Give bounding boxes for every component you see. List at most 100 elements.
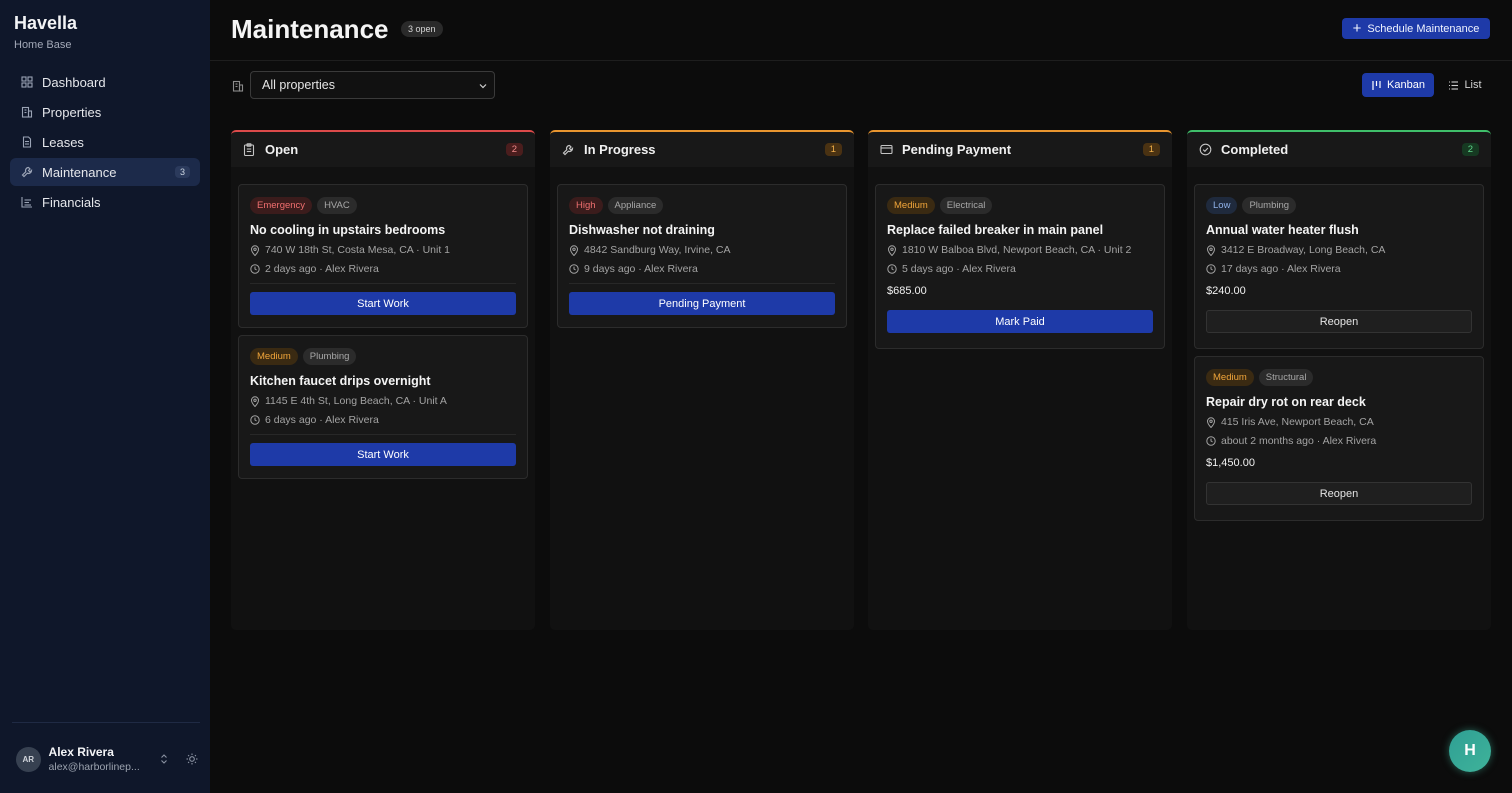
- view-kanban-button[interactable]: Kanban: [1362, 73, 1434, 97]
- category-badge: Plumbing: [302, 348, 357, 365]
- sidebar-item-financials[interactable]: Financials: [10, 188, 200, 216]
- card-price: $240.00: [1206, 285, 1246, 297]
- list-icon: [1449, 80, 1459, 90]
- chevron-down-icon: [478, 80, 488, 94]
- card-time-text: about 2 months ago · Alex Rivera: [1221, 435, 1377, 447]
- priority-badge: Medium: [250, 348, 298, 365]
- wrench-icon: [20, 165, 34, 179]
- clock-icon: [1206, 436, 1216, 446]
- sidebar-item-label: Maintenance: [42, 164, 117, 180]
- maintenance-count-badge: 3: [174, 166, 190, 178]
- chevron-up-down-icon[interactable]: [157, 751, 173, 767]
- card-tags: Emergency HVAC: [250, 197, 516, 214]
- column-count: 1: [824, 143, 842, 156]
- dashboard-icon: [20, 75, 34, 89]
- property-select-value: All properties: [262, 78, 335, 92]
- open-count-badge: 3 open: [401, 21, 443, 37]
- clock-icon: [569, 264, 579, 274]
- mark-paid-button[interactable]: Mark Paid: [887, 310, 1153, 333]
- card-address-text: 740 W 18th St, Costa Mesa, CA · Unit 1: [265, 244, 450, 256]
- column-count: 2: [505, 143, 523, 156]
- card-time-text: 2 days ago · Alex Rivera: [265, 263, 379, 275]
- maintenance-card[interactable]: Medium Plumbing Kitchen faucet drips ove…: [238, 335, 528, 479]
- wrench-icon: [562, 143, 576, 157]
- sidebar: Havella Home Base Dashboard Properties L…: [0, 0, 210, 793]
- reopen-button[interactable]: Reopen: [1206, 310, 1472, 333]
- user-name: Alex Rivera: [48, 745, 114, 759]
- plus-icon: +: [1352, 20, 1362, 37]
- card-time: 6 days ago · Alex Rivera: [250, 414, 516, 426]
- column-header: In Progress 1: [550, 130, 854, 167]
- card-address-text: 1145 E 4th St, Long Beach, CA · Unit A: [265, 395, 447, 407]
- map-pin-icon: [250, 244, 260, 256]
- sidebar-divider: [12, 722, 200, 723]
- column-pending-payment: Pending Payment 1 Medium Electrical Repl…: [868, 130, 1172, 630]
- clock-icon: [887, 264, 897, 274]
- card-address: 415 Iris Ave, Newport Beach, CA: [1206, 416, 1472, 428]
- category-badge: HVAC: [317, 197, 357, 214]
- sidebar-item-label: Properties: [42, 104, 102, 120]
- maintenance-card[interactable]: High Appliance Dishwasher not draining 4…: [557, 184, 847, 328]
- map-pin-icon: [1206, 416, 1216, 428]
- view-kanban-label: Kanban: [1387, 79, 1425, 91]
- pending-payment-button[interactable]: Pending Payment: [569, 292, 835, 315]
- card-price: $685.00: [887, 285, 927, 297]
- card-time: 5 days ago · Alex Rivera: [887, 263, 1153, 275]
- maintenance-card[interactable]: Emergency HVAC No cooling in upstairs be…: [238, 184, 528, 328]
- card-tags: High Appliance: [569, 197, 835, 214]
- assistant-button[interactable]: H: [1449, 730, 1491, 772]
- card-tags: Medium Electrical: [887, 197, 1153, 214]
- user-profile[interactable]: AR Alex Rivera alex@harborlinep...: [16, 744, 200, 774]
- card-time-text: 6 days ago · Alex Rivera: [265, 414, 379, 426]
- card-address: 740 W 18th St, Costa Mesa, CA · Unit 1: [250, 244, 516, 256]
- brand-subtitle: Home Base: [14, 39, 72, 51]
- chart-icon: [20, 195, 34, 209]
- sidebar-item-leases[interactable]: Leases: [10, 128, 200, 156]
- card-time: 9 days ago · Alex Rivera: [569, 263, 835, 275]
- brand-name: Havella: [14, 13, 78, 33]
- start-work-button[interactable]: Start Work: [250, 443, 516, 466]
- card-address: 4842 Sandburg Way, Irvine, CA: [569, 244, 835, 256]
- property-select[interactable]: All properties: [250, 71, 495, 99]
- sun-icon[interactable]: [184, 751, 200, 767]
- maintenance-card[interactable]: Low Plumbing Annual water heater flush 3…: [1194, 184, 1484, 349]
- page-title: Maintenance: [231, 14, 389, 44]
- building-icon: [20, 105, 34, 119]
- clipboard-icon: [243, 143, 257, 157]
- page-header: Maintenance 3 open + Schedule Maintenanc…: [210, 0, 1512, 61]
- priority-badge: Low: [1206, 197, 1238, 214]
- start-work-button[interactable]: Start Work: [250, 292, 516, 315]
- card-title: No cooling in upstairs bedrooms: [250, 223, 446, 237]
- kanban-icon: [1372, 80, 1381, 90]
- reopen-button[interactable]: Reopen: [1206, 482, 1472, 505]
- user-email: alex@harborlinep...: [48, 761, 140, 773]
- brand: Havella Home Base: [14, 13, 77, 51]
- priority-badge: High: [569, 197, 603, 214]
- building-icon: [232, 79, 244, 92]
- view-list-label: List: [1464, 79, 1482, 91]
- document-icon: [20, 135, 34, 149]
- sidebar-item-maintenance[interactable]: Maintenance 3: [10, 158, 200, 186]
- sidebar-nav: Dashboard Properties Leases Maintenance …: [10, 68, 200, 218]
- card-divider: [569, 283, 835, 284]
- card-address: 3412 E Broadway, Long Beach, CA: [1206, 244, 1472, 256]
- card-tags: Low Plumbing: [1206, 197, 1472, 214]
- sidebar-item-dashboard[interactable]: Dashboard: [10, 68, 200, 96]
- card-title: Repair dry rot on rear deck: [1206, 395, 1366, 409]
- column-open: Open 2 Emergency HVAC No cooling in upst…: [231, 130, 535, 630]
- priority-badge: Medium: [1206, 369, 1254, 386]
- map-pin-icon: [569, 244, 579, 256]
- priority-badge: Emergency: [250, 197, 313, 214]
- schedule-maintenance-button[interactable]: + Schedule Maintenance: [1342, 18, 1490, 39]
- maintenance-card[interactable]: Medium Structural Repair dry rot on rear…: [1194, 356, 1484, 521]
- column-title: Open: [265, 142, 299, 157]
- card-address-text: 1810 W Balboa Blvd, Newport Beach, CA · …: [902, 244, 1132, 256]
- schedule-maintenance-label: Schedule Maintenance: [1367, 22, 1480, 35]
- card-divider: [250, 434, 516, 435]
- sidebar-item-properties[interactable]: Properties: [10, 98, 200, 126]
- maintenance-card[interactable]: Medium Electrical Replace failed breaker…: [875, 184, 1165, 349]
- card-address-text: 3412 E Broadway, Long Beach, CA: [1221, 244, 1386, 256]
- view-list-button[interactable]: List: [1440, 73, 1490, 97]
- clock-icon: [250, 415, 260, 425]
- column-title: In Progress: [584, 142, 656, 157]
